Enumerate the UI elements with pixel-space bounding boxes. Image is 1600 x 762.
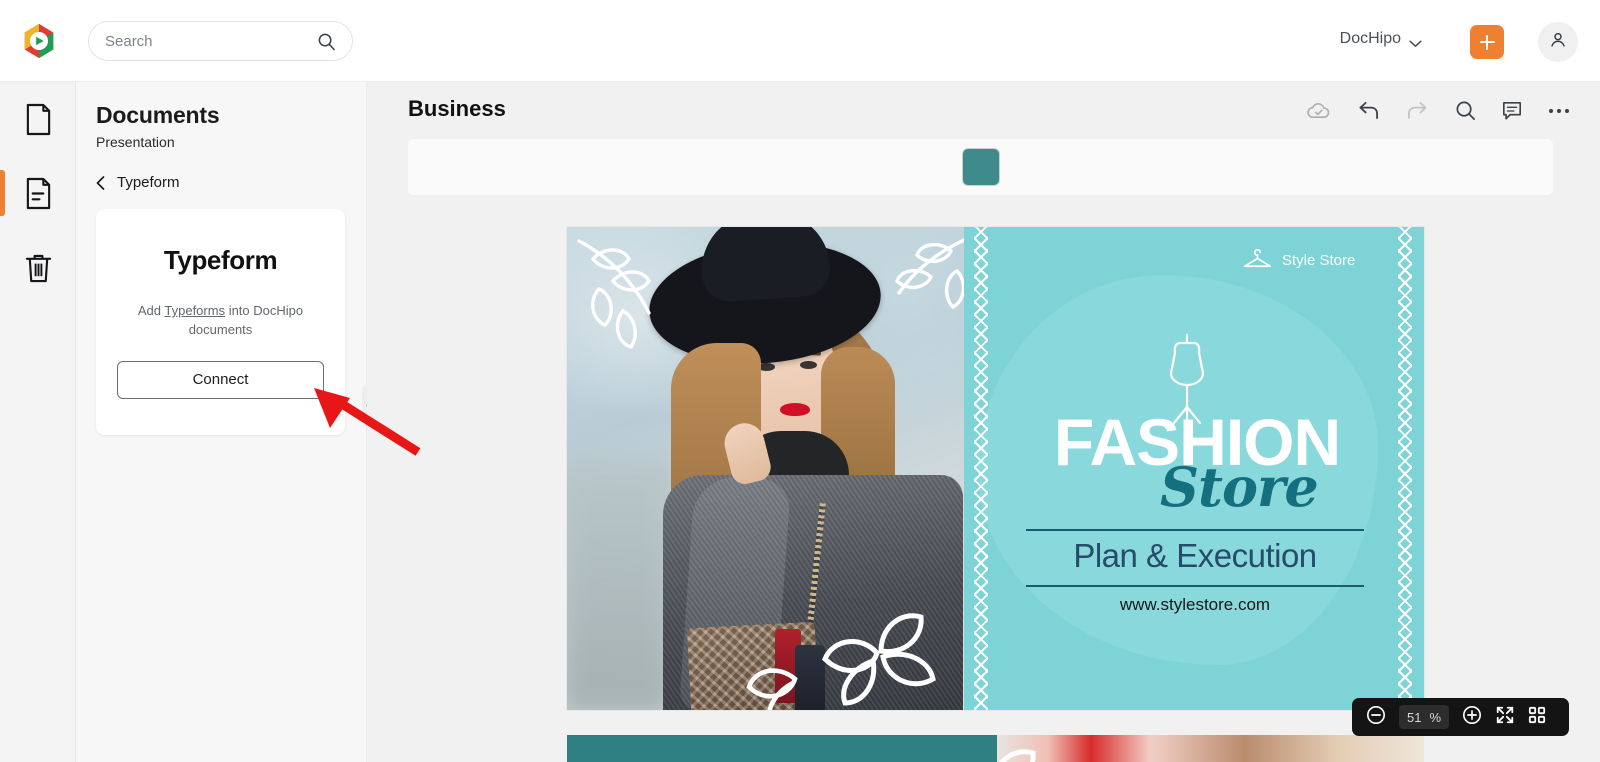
zoom-in-button[interactable] — [1462, 705, 1482, 730]
left-rail — [0, 82, 76, 762]
search-input[interactable]: Search — [88, 21, 353, 61]
slide-subtitle: Plan & Execution — [1073, 537, 1317, 574]
integration-description: Add Typeforms into DocHipo documents — [116, 302, 325, 340]
brand-selector[interactable]: DocHipo — [1340, 30, 1422, 48]
model-lips — [780, 403, 810, 416]
slide-canvas[interactable]: Style Store FASHION Store Plan & Executi… — [567, 227, 1424, 710]
brand-label: DocHipo — [1339, 30, 1401, 47]
page-title: Documents — [96, 102, 220, 128]
zigzag-stitch-right — [1398, 227, 1412, 710]
editor-area: Business Style Store FASHION Store Plan … — [367, 82, 1600, 762]
store-tag: Style Store — [1242, 247, 1355, 273]
zoom-bar: 51 % — [1352, 698, 1569, 736]
integration-card: Typeform Add Typeforms into DocHipo docu… — [96, 209, 345, 435]
undo-icon[interactable] — [1357, 100, 1380, 121]
zoom-out-button[interactable] — [1366, 705, 1386, 730]
dochipo-hexagon-logo[interactable] — [20, 22, 58, 60]
description-before: Add — [137, 303, 165, 318]
zoom-value-field[interactable]: 51 % — [1399, 705, 1450, 729]
expand-icon[interactable] — [1495, 705, 1515, 730]
integration-title: Typeform — [163, 245, 278, 275]
sidebar-item-trash[interactable] — [0, 230, 76, 304]
sidebar-item-documents[interactable] — [0, 82, 76, 156]
breadcrumb[interactable]: Typeform — [96, 174, 346, 191]
top-bar: Search DocHipo — [0, 0, 1600, 82]
chevron-down-icon — [1409, 35, 1422, 48]
breadcrumb-label: Typeform — [117, 174, 180, 191]
app-root: Search DocHipo Documents Presentation Ty… — [0, 0, 1600, 762]
document-title: Business — [408, 96, 506, 121]
slide-script-word: Store — [1160, 455, 1319, 519]
hanger-icon — [1242, 247, 1273, 273]
next-slide-teal-band — [567, 735, 997, 762]
model-eye-right — [800, 361, 817, 369]
integration-panel: Documents Presentation Typeform Typeform… — [76, 82, 367, 762]
store-tag-label: Style Store — [1282, 251, 1356, 269]
slide-teal-panel: Style Store FASHION Store Plan & Executi… — [964, 227, 1424, 710]
rule-top — [1026, 529, 1364, 531]
model-hat-crown — [698, 227, 832, 304]
description-link[interactable]: Typeforms — [164, 303, 225, 318]
zigzag-stitch-left — [974, 227, 988, 710]
search-icon[interactable] — [317, 32, 336, 51]
chevron-left-icon[interactable] — [96, 175, 105, 190]
grid-icon[interactable] — [1528, 706, 1546, 729]
slide-url: www.stylestore.com — [1119, 595, 1271, 614]
zoom-level: 51 — [1407, 709, 1422, 725]
slide-photo — [567, 227, 964, 710]
person-icon — [1548, 30, 1568, 55]
page-subtitle: Presentation — [96, 134, 175, 150]
add-button[interactable] — [1470, 25, 1504, 59]
next-slide-photo — [997, 735, 1424, 762]
redo-icon[interactable] — [1406, 100, 1429, 121]
sidebar-item-pages[interactable] — [0, 156, 76, 230]
next-slide-preview[interactable] — [567, 735, 1424, 762]
search-icon[interactable] — [1455, 100, 1476, 121]
rule-bottom — [1026, 585, 1364, 587]
editor-toolbar — [1306, 100, 1570, 121]
photo-blur-shape — [567, 457, 677, 710]
search-placeholder: Search — [105, 32, 153, 50]
property-bar — [408, 139, 1553, 195]
connect-button[interactable]: Connect — [117, 360, 324, 399]
more-icon[interactable] — [1548, 108, 1570, 114]
avatar[interactable] — [1538, 22, 1578, 62]
cloud-saved-icon[interactable] — [1306, 101, 1331, 120]
handbag-tassel — [795, 645, 825, 710]
zoom-unit: % — [1429, 709, 1442, 725]
comment-icon[interactable] — [1502, 101, 1522, 121]
color-swatch[interactable] — [961, 148, 1000, 186]
